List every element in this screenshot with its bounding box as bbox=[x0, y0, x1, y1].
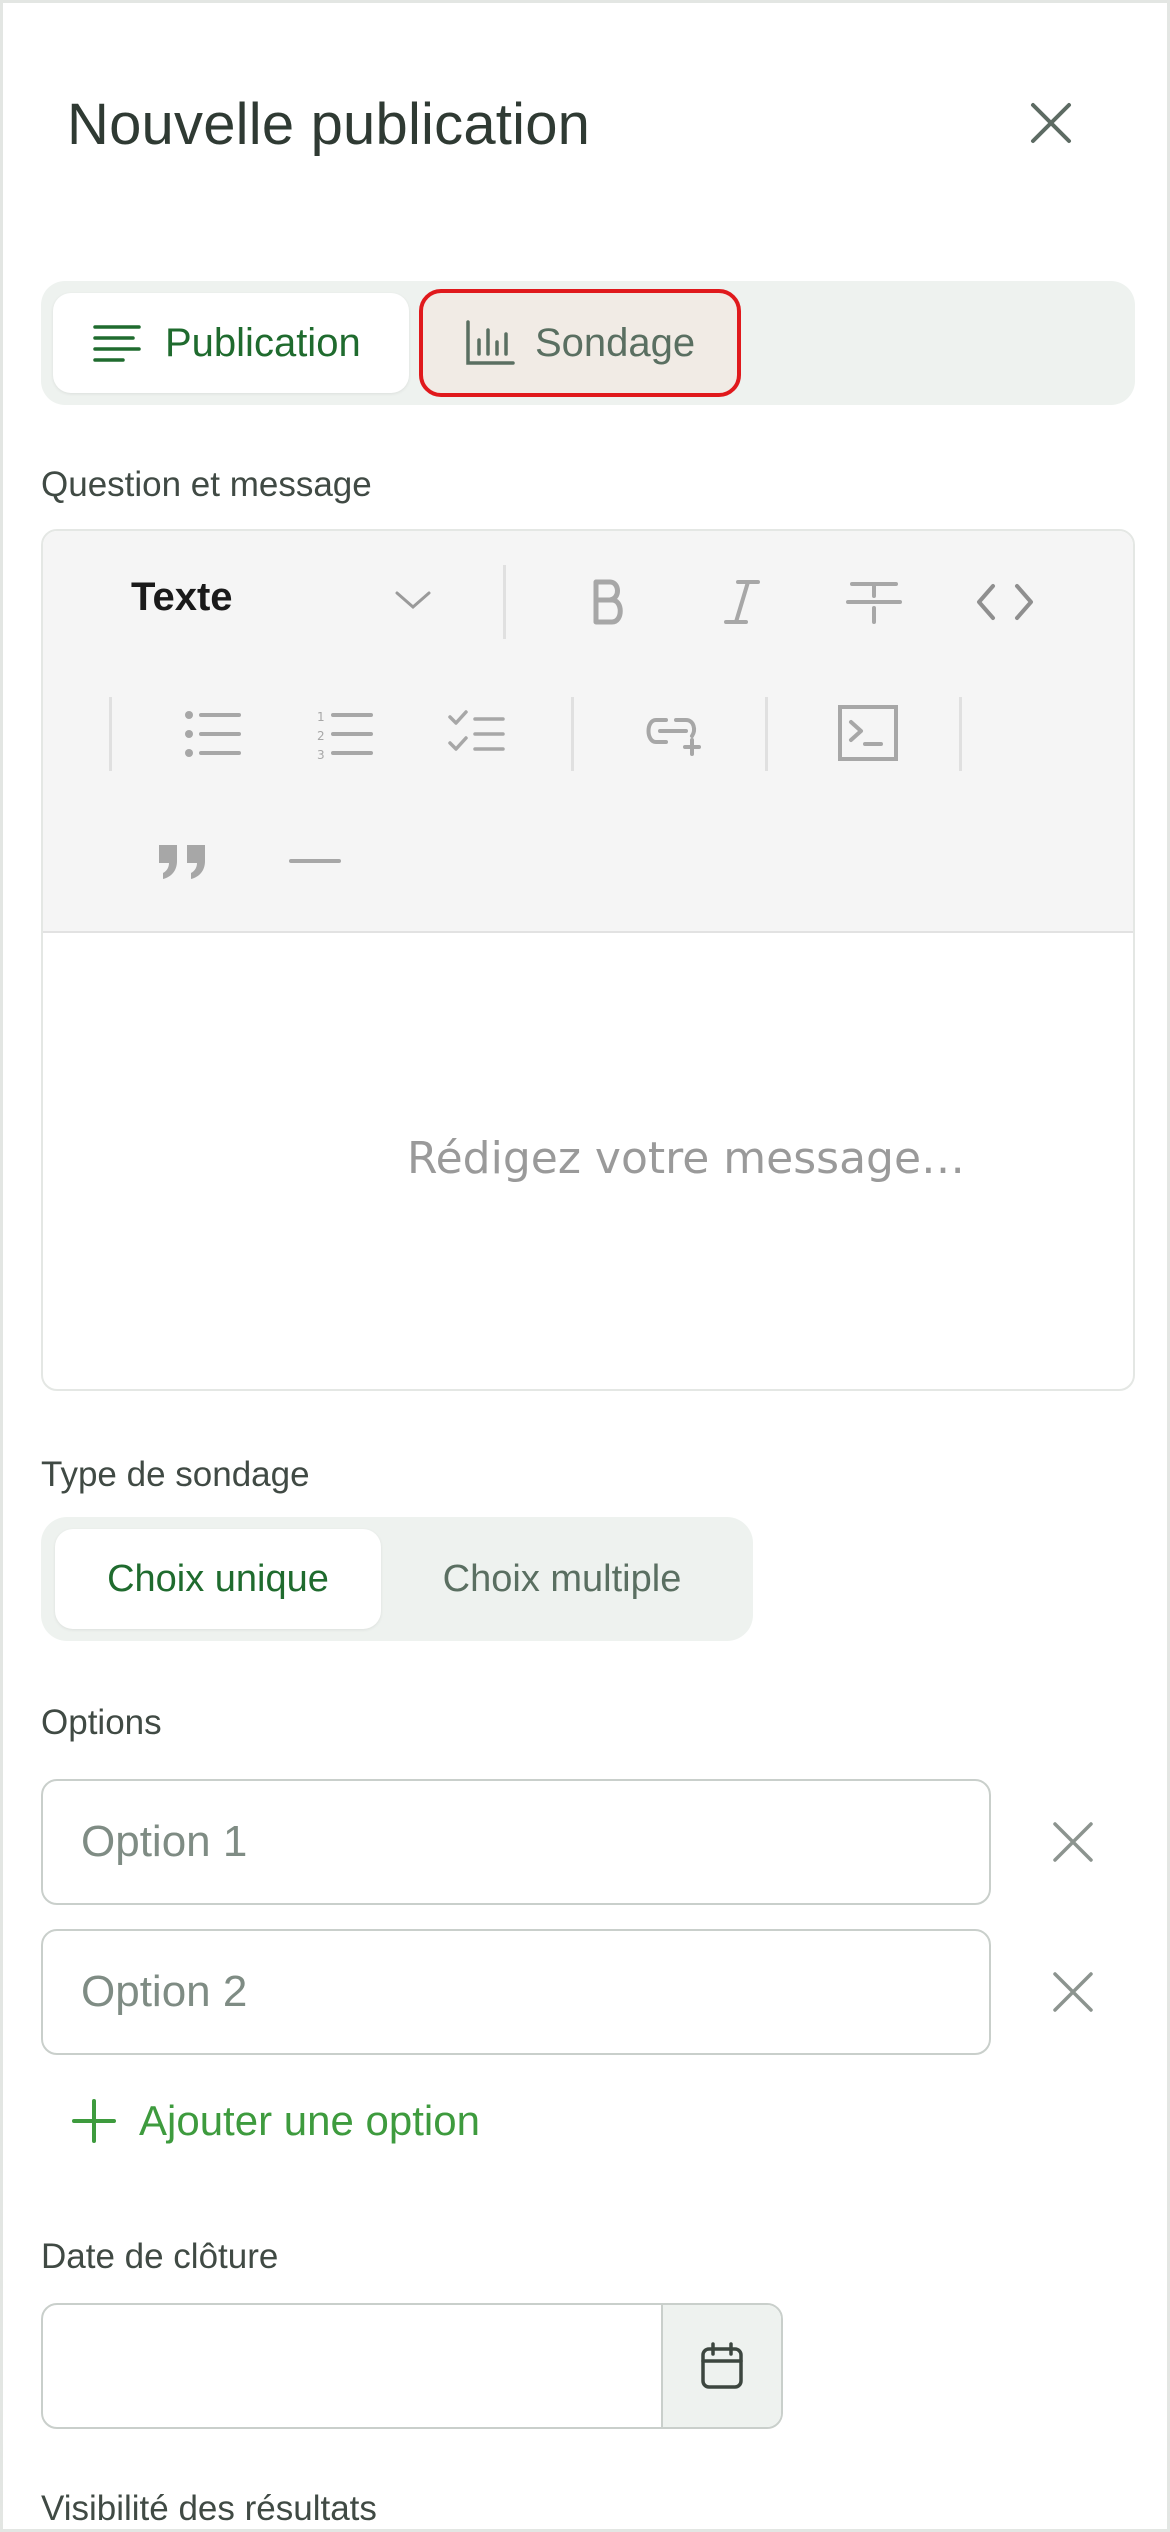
poll-type-multiple[interactable]: Choix multiple bbox=[387, 1529, 737, 1629]
option-input-2[interactable]: Option 2 bbox=[41, 1929, 991, 2055]
bullet-list-icon[interactable] bbox=[173, 699, 253, 769]
toolbar-divider bbox=[571, 697, 574, 771]
poll-type-selector: Choix unique Choix multiple bbox=[41, 1517, 753, 1641]
chevron-down-icon[interactable] bbox=[383, 575, 443, 625]
poll-type-single[interactable]: Choix unique bbox=[55, 1529, 381, 1629]
horizontal-rule-icon[interactable] bbox=[275, 831, 355, 891]
results-visibility-label: Visibilité des résultats bbox=[41, 2489, 377, 2528]
closing-date-field[interactable] bbox=[41, 2303, 783, 2429]
svg-text:1: 1 bbox=[317, 710, 325, 724]
page-title: Nouvelle publication bbox=[67, 92, 591, 157]
close-icon bbox=[1053, 1822, 1093, 1862]
tab-sondage[interactable]: Sondage bbox=[419, 289, 741, 397]
question-label: Question et message bbox=[41, 465, 372, 504]
calendar-button[interactable] bbox=[661, 2305, 781, 2427]
checklist-icon[interactable] bbox=[437, 699, 517, 769]
toolbar-divider bbox=[109, 697, 112, 771]
svg-text:2: 2 bbox=[317, 729, 325, 743]
toolbar-divider bbox=[503, 565, 506, 639]
tab-publication[interactable]: Publication bbox=[53, 293, 409, 393]
quote-icon[interactable] bbox=[143, 831, 223, 891]
toolbar-divider bbox=[765, 697, 768, 771]
options-label: Options bbox=[41, 1703, 162, 1742]
code-block-icon[interactable] bbox=[823, 695, 913, 771]
bold-icon[interactable] bbox=[573, 571, 643, 633]
text-format-select[interactable]: Texte bbox=[131, 575, 233, 620]
calendar-icon bbox=[701, 2342, 743, 2389]
close-icon bbox=[1031, 103, 1071, 143]
option-input-1[interactable]: Option 1 bbox=[41, 1779, 991, 1905]
numbered-list-icon[interactable]: 1 2 3 bbox=[305, 699, 385, 769]
code-icon[interactable] bbox=[965, 571, 1045, 633]
toolbar-divider bbox=[959, 697, 962, 771]
italic-icon[interactable] bbox=[707, 571, 777, 633]
editor-toolbar: Texte 1 2 3 bbox=[43, 531, 1133, 933]
post-type-tabs: Publication Sondage bbox=[41, 281, 1135, 405]
add-option-button[interactable]: Ajouter une option bbox=[71, 2097, 480, 2145]
link-icon[interactable] bbox=[629, 699, 719, 769]
tab-label: Publication bbox=[165, 320, 361, 365]
plus-icon bbox=[72, 2099, 116, 2143]
closing-date-label: Date de clôture bbox=[41, 2237, 279, 2276]
close-button[interactable] bbox=[1023, 95, 1079, 151]
lines-icon bbox=[93, 323, 143, 363]
remove-option-2-button[interactable] bbox=[1047, 1966, 1099, 2018]
add-option-label: Ajouter une option bbox=[139, 2097, 480, 2144]
new-post-panel: Nouvelle publication Publication Sondage bbox=[0, 0, 1170, 2532]
remove-option-1-button[interactable] bbox=[1047, 1816, 1099, 1868]
bar-chart-icon bbox=[465, 320, 515, 366]
strikethrough-icon[interactable] bbox=[839, 571, 909, 633]
close-icon bbox=[1053, 1972, 1093, 2012]
tab-label: Sondage bbox=[535, 320, 696, 365]
message-editor: Texte 1 2 3 Rédigez votre message… bbox=[41, 529, 1135, 1391]
svg-text:3: 3 bbox=[317, 748, 325, 759]
poll-type-label: Type de sondage bbox=[41, 1455, 310, 1494]
message-input[interactable]: Rédigez votre message… bbox=[407, 1133, 965, 1184]
